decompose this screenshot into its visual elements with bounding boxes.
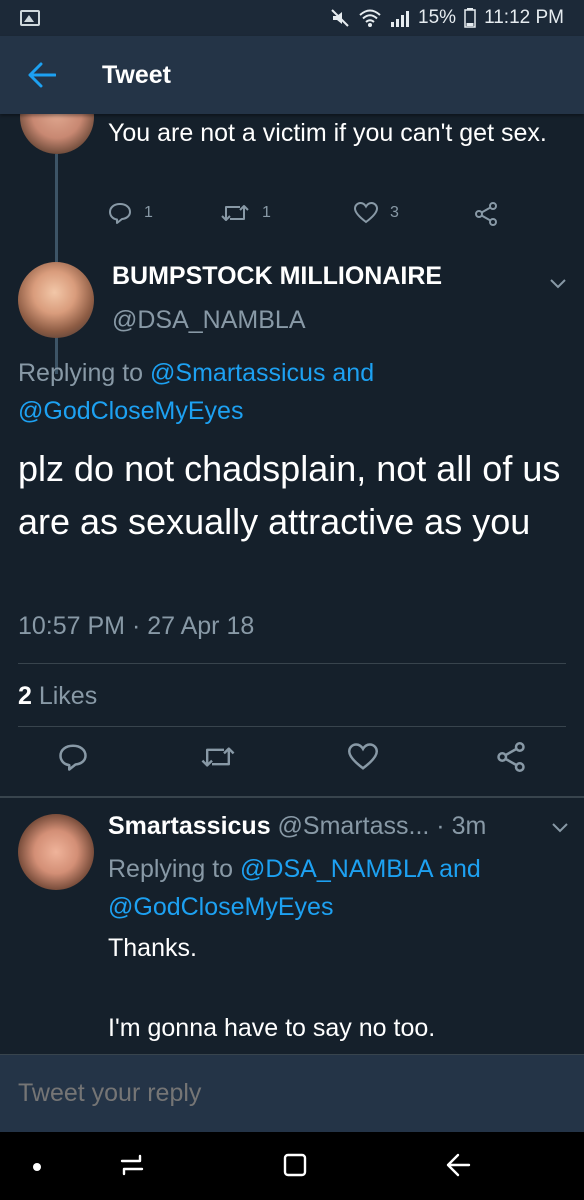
parent-reply-button[interactable]: 1 [108,202,153,224]
mention-link[interactable]: @DSA_NAMBLA [240,855,432,883]
mute-icon [331,9,349,27]
nav-dot-icon[interactable] [32,1162,42,1172]
replying-and[interactable]: and [432,855,481,883]
main-tweet-text: plz do not chadsplain, not all of us are… [18,448,561,542]
reply-tweet-menu-chevron-icon[interactable] [550,820,570,834]
reply-icon[interactable] [58,742,88,772]
divider [18,726,566,727]
parent-reply-count: 1 [144,204,153,221]
parent-share-button[interactable] [474,202,498,226]
compose-bar [0,1054,584,1132]
status-right: 15% 11:12 PM [330,7,564,29]
back-button[interactable] [12,45,72,105]
mention-link[interactable]: @Smartassicus [150,359,325,387]
section-divider [0,796,584,798]
main-tweet-replying-to: Replying to @Smartassicus and @GodCloseM… [18,354,568,430]
main-tweet-menu-chevron-icon[interactable] [548,276,568,290]
gallery-notification-icon [20,10,40,26]
home-icon[interactable] [282,1150,308,1180]
reply-text-line: I'm gonna have to say no too. [108,1014,436,1042]
main-tweet-display-name[interactable]: BUMPSTOCK MILLIONAIRE [112,262,442,291]
wifi-icon [359,9,381,27]
nav-back-icon[interactable] [444,1150,472,1180]
mention-link[interactable]: @GodCloseMyEyes [18,397,243,425]
likes-count: 2 [18,682,32,710]
reply-tweet-header: Smartassicus @Smartass... · 3m [108,812,548,841]
share-icon[interactable] [496,742,526,772]
main-tweet-avatar[interactable] [18,262,94,338]
parent-tweet-text: You are not a victim if you can't get se… [108,119,547,147]
retweet-icon[interactable] [200,742,236,772]
parent-retweet-button[interactable]: 1 [220,202,271,224]
heart-icon[interactable] [348,742,378,772]
parent-tweet-actions: 1 1 3 [108,202,508,228]
page-title: Tweet [102,60,171,89]
replying-prefix: Replying to [18,359,151,387]
battery-percent: 15% [418,7,457,28]
heart-icon [354,202,378,224]
tweet-detail: You are not a victim if you can't get se… [0,114,584,1054]
reply-tweet-avatar[interactable] [18,814,94,890]
reply-icon [109,203,131,224]
clock: 11:12 PM [484,7,564,28]
reply-tweet-display-name[interactable]: Smartassicus [108,812,271,840]
app-bar: Tweet [0,36,584,114]
reply-tweet-text: Thanks. I'm gonna have to say no too. [108,928,558,1054]
likes-label: Likes [31,682,98,710]
reply-text-line: Thanks. [108,934,197,962]
system-nav-bar [0,1132,584,1200]
parent-like-count: 3 [390,204,399,221]
main-tweet-timestamp: 10:57 PM · 27 Apr 18 [18,612,255,640]
reply-input[interactable] [18,1079,558,1108]
parent-tweet-avatar[interactable] [20,114,94,154]
replying-and[interactable]: and [325,359,374,387]
status-bar: 15% 11:12 PM [0,0,584,36]
reply-tweet-handle-time: @Smartass... · 3m [270,812,487,840]
recent-apps-icon[interactable] [118,1150,146,1180]
battery-icon [464,8,476,28]
share-icon [475,202,497,226]
parent-like-button[interactable]: 3 [354,202,399,224]
replying-prefix: Replying to [108,855,241,883]
main-tweet-handle[interactable]: @DSA_NAMBLA [112,306,306,335]
parent-retweet-count: 1 [262,204,271,221]
divider [18,663,566,664]
mention-link[interactable]: @GodCloseMyEyes [108,893,333,921]
back-arrow-icon [28,62,56,88]
retweet-icon [221,205,249,221]
signal-icon [391,11,410,27]
reply-tweet-replying-to: Replying to @DSA_NAMBLA and @GodCloseMyE… [108,850,558,926]
main-tweet-likes[interactable]: 2 Likes [18,682,97,711]
main-tweet-actions [0,742,584,782]
